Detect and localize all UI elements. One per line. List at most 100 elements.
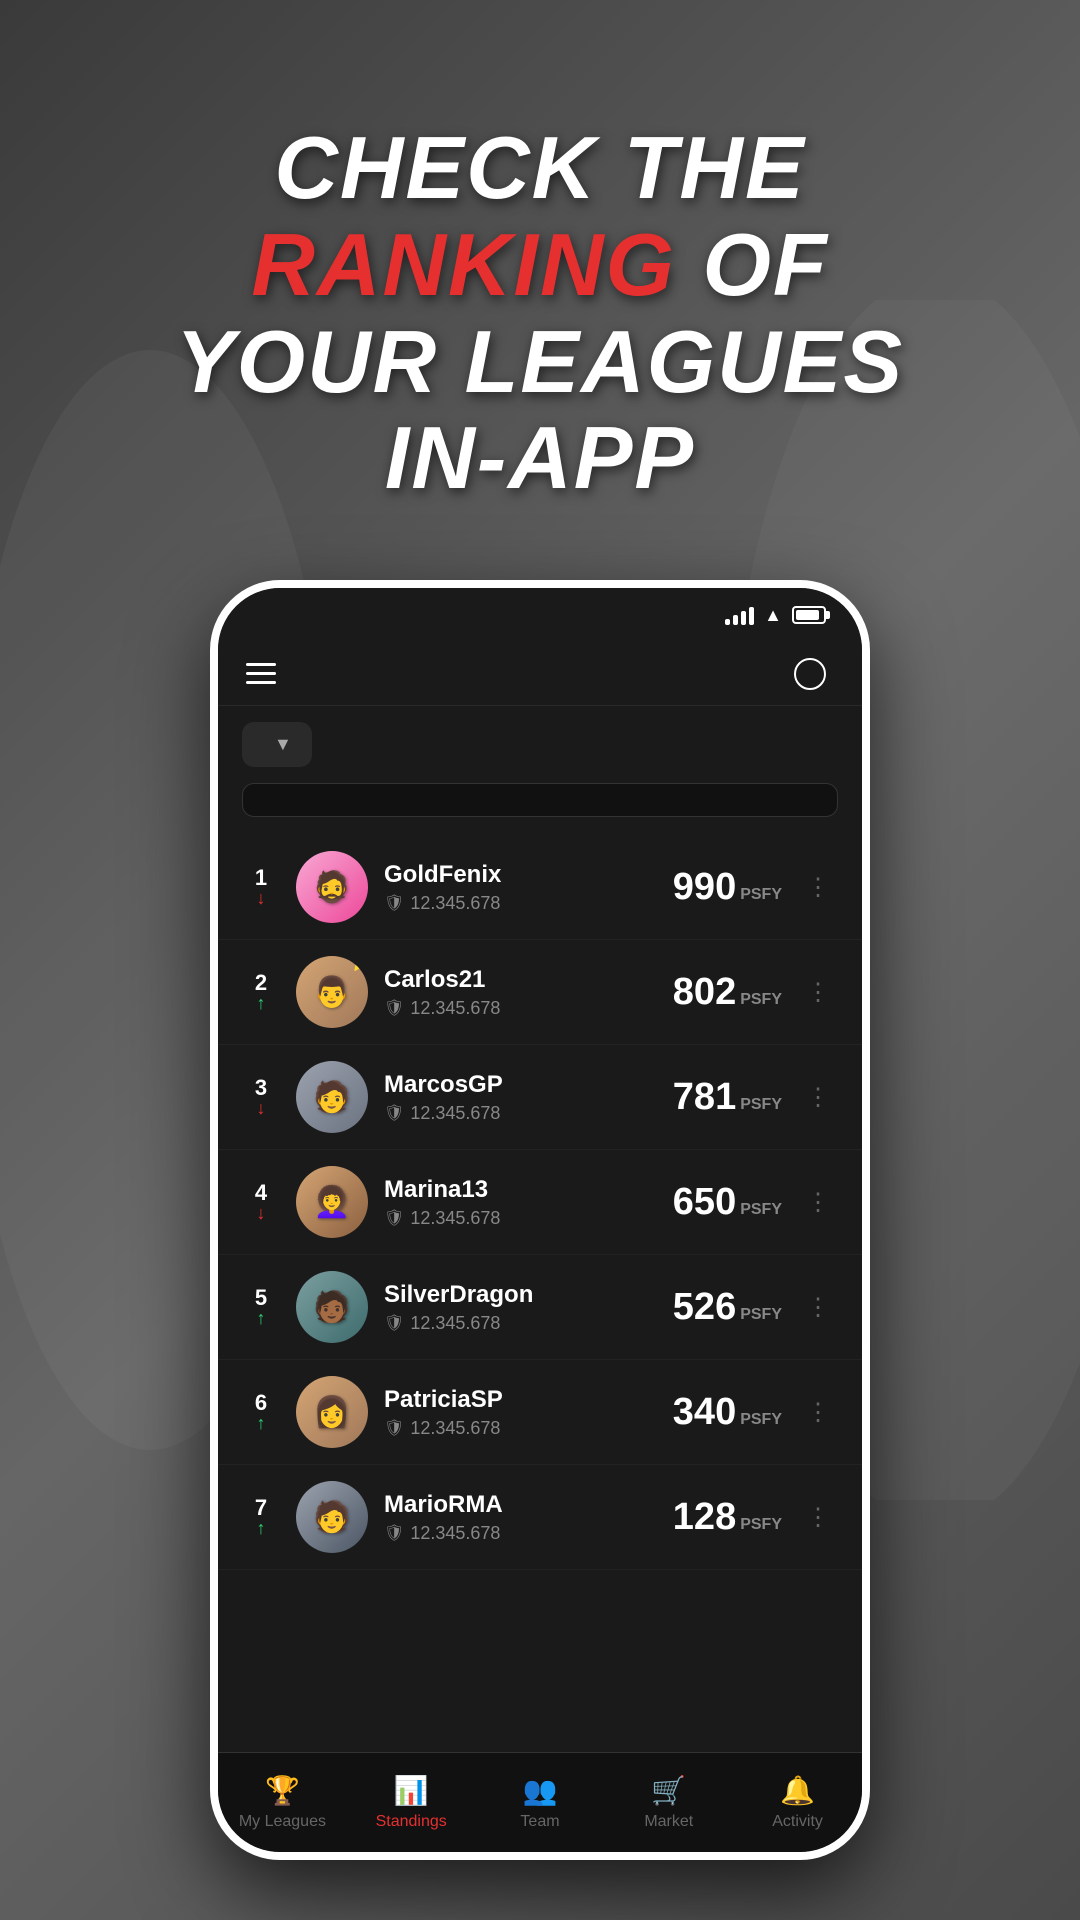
player-info: Marina13 🛡 12.345.678 [384, 1176, 657, 1229]
rank-column: 6 ↑ [242, 1392, 280, 1432]
rank-number: 7 [255, 1497, 267, 1519]
nav-market-label: Market [644, 1813, 693, 1831]
player-name: GoldFenix [384, 861, 657, 889]
shield-icon: 🛡 [384, 1103, 404, 1123]
score-column: 650 PSFY [673, 1181, 782, 1224]
standing-row-1: 1 ↓ 🧔 GoldFenix 🛡 12.345.678 990 PSFY ⋮ [218, 835, 862, 940]
standing-row-7: 7 ↑ 🧑 MarioRMA 🛡 12.345.678 128 PSFY ⋮ [218, 1465, 862, 1570]
score-column: 990 PSFY [673, 866, 782, 909]
player-info: MarcosGP 🛡 12.345.678 [384, 1071, 657, 1124]
nav-market-icon: 🛒 [651, 1774, 686, 1807]
player-team-value: 🛡 12.345.678 [384, 893, 657, 914]
player-team-value: 🛡 12.345.678 [384, 998, 657, 1019]
player-info: PatriciaSP 🛡 12.345.678 [384, 1386, 657, 1439]
rank-change-icon: ↓ [257, 1099, 266, 1117]
player-avatar: 🧔 [296, 851, 368, 923]
standing-row-4: 4 ↓ 👩‍🦱 Marina13 🛡 12.345.678 650 PSFY ⋮ [218, 1150, 862, 1255]
avatar-face: 🧔 [296, 851, 368, 923]
search-container [218, 783, 862, 835]
score-column: 802 PSFY [673, 971, 782, 1014]
nav-my-leagues-label: My Leagues [239, 1813, 326, 1831]
standing-row-3: 3 ↓ 🧑 MarcosGP 🛡 12.345.678 781 PSFY ⋮ [218, 1045, 862, 1150]
total-filter-dropdown[interactable]: ▼ [242, 722, 312, 767]
hamburger-line-2 [246, 672, 276, 675]
player-team-value: 🛡 12.345.678 [384, 1208, 657, 1229]
score-unit: PSFY [740, 1516, 782, 1534]
score-unit: PSFY [740, 1411, 782, 1429]
signal-icon [725, 605, 754, 625]
rank-change-icon: ↑ [257, 1309, 266, 1327]
player-avatar: 🧑🏾 [296, 1271, 368, 1343]
battery-icon [792, 606, 826, 624]
player-avatar: 👩‍🦱 [296, 1166, 368, 1238]
nav-team[interactable]: 👥 Team [476, 1766, 605, 1839]
rank-column: 7 ↑ [242, 1497, 280, 1537]
avatar-face: 👩‍🦱 [296, 1166, 368, 1238]
rank-change-icon: ↑ [257, 994, 266, 1012]
bottom-nav: 🏆 My Leagues 📊 Standings 👥 Team 🛒 Market… [218, 1752, 862, 1852]
score-number: 340 [673, 1391, 736, 1434]
phone-frame: ▲ [210, 580, 870, 1860]
player-name: Carlos21 [384, 966, 657, 994]
team-number: 12.345.678 [410, 1103, 500, 1124]
player-name: MarcosGP [384, 1071, 657, 1099]
nav-team-icon: 👥 [523, 1774, 558, 1807]
team-number: 12.345.678 [410, 1313, 500, 1334]
rank-number: 4 [255, 1182, 267, 1204]
score-column: 526 PSFY [673, 1286, 782, 1329]
phone-mockup: ▲ [210, 580, 870, 1860]
nav-activity-label: Activity [772, 1813, 823, 1831]
player-team-value: 🛡 12.345.678 [384, 1523, 657, 1544]
more-options-button[interactable]: ⋮ [798, 1499, 838, 1536]
nav-my-leagues[interactable]: 🏆 My Leagues [218, 1766, 347, 1839]
more-options-button[interactable]: ⋮ [798, 1079, 838, 1116]
score-column: 340 PSFY [673, 1391, 782, 1434]
nav-standings-icon: 📊 [394, 1774, 429, 1807]
rank-number: 2 [255, 972, 267, 994]
team-number: 12.345.678 [410, 1208, 500, 1229]
score-number: 781 [673, 1076, 736, 1119]
standing-row-6: 6 ↑ 👩 PatriciaSP 🛡 12.345.678 340 PSFY ⋮ [218, 1360, 862, 1465]
nav-activity-icon: 🔔 [780, 1774, 815, 1807]
hamburger-menu-button[interactable] [246, 663, 276, 684]
relevo-logo [794, 658, 834, 690]
nav-activity[interactable]: 🔔 Activity [733, 1766, 862, 1839]
avatar-face: 👩 [296, 1376, 368, 1448]
rank-change-icon: ↓ [257, 1204, 266, 1222]
rank-column: 4 ↓ [242, 1182, 280, 1222]
player-team-value: 🛡 12.345.678 [384, 1313, 657, 1334]
hamburger-line-1 [246, 663, 276, 666]
more-options-button[interactable]: ⋮ [798, 1394, 838, 1431]
search-box[interactable] [242, 783, 838, 817]
rank-number: 5 [255, 1287, 267, 1309]
app-header [218, 642, 862, 706]
score-unit: PSFY [740, 1096, 782, 1114]
status-icons: ▲ [725, 605, 826, 626]
nav-team-label: Team [520, 1813, 559, 1831]
signal-bar-1 [725, 619, 730, 625]
score-number: 650 [673, 1181, 736, 1224]
nav-standings[interactable]: 📊 Standings [347, 1766, 476, 1839]
player-avatar: ⭐ 👨 [296, 956, 368, 1028]
battery-fill [796, 610, 819, 620]
more-options-button[interactable]: ⋮ [798, 974, 838, 1011]
more-options-button[interactable]: ⋮ [798, 1184, 838, 1221]
player-team-value: 🛡 12.345.678 [384, 1103, 657, 1124]
player-name: SilverDragon [384, 1281, 657, 1309]
signal-bar-2 [733, 615, 738, 625]
standing-row-2: 2 ↑ ⭐ 👨 Carlos21 🛡 12.345.678 802 PSFY ⋮ [218, 940, 862, 1045]
wifi-icon: ▲ [764, 605, 782, 626]
avatar-face: 🧑 [296, 1061, 368, 1133]
rank-number: 3 [255, 1077, 267, 1099]
nav-market[interactable]: 🛒 Market [604, 1766, 733, 1839]
more-options-button[interactable]: ⋮ [798, 1289, 838, 1326]
standings-list: 1 ↓ 🧔 GoldFenix 🛡 12.345.678 990 PSFY ⋮ … [218, 835, 862, 1752]
player-avatar: 🧑 [296, 1481, 368, 1553]
filter-bar: ▼ [218, 706, 862, 783]
score-unit: PSFY [740, 1201, 782, 1219]
signal-bar-3 [741, 611, 746, 625]
more-options-button[interactable]: ⋮ [798, 869, 838, 906]
star-badge: ⭐ [350, 956, 368, 973]
score-number: 128 [673, 1496, 736, 1539]
rank-number: 1 [255, 867, 267, 889]
